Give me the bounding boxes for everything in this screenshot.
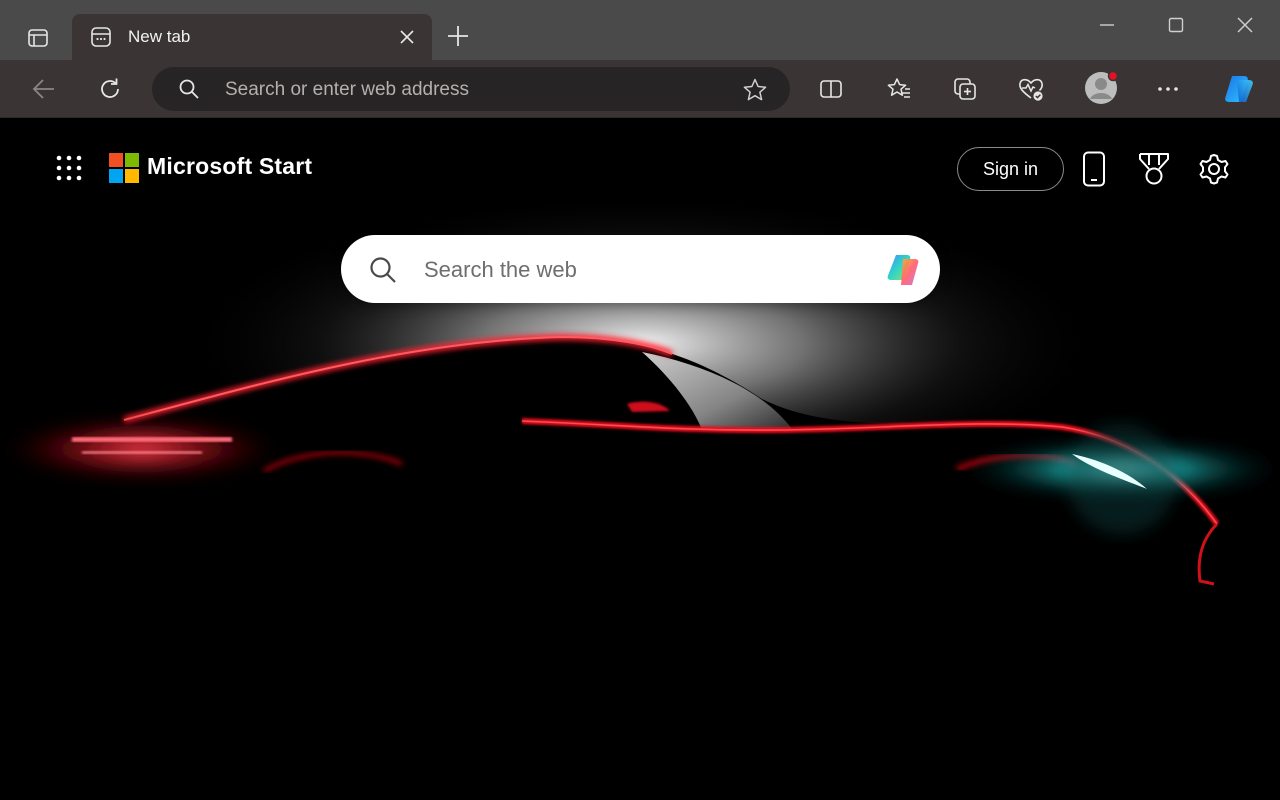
tab-title: New tab [128, 27, 191, 46]
maximize-button[interactable] [1161, 10, 1191, 40]
new-tab-page: Microsoft Start Sign in Search the web [2, 119, 1278, 798]
split-screen-icon [820, 80, 842, 98]
search-icon [370, 257, 396, 283]
sign-in-button[interactable]: Sign in [957, 147, 1064, 191]
settings-button[interactable] [1195, 150, 1233, 188]
copilot-icon[interactable] [882, 247, 928, 293]
web-search-placeholder: Search the web [424, 257, 577, 282]
collections-icon [954, 78, 976, 100]
browser-essentials-button[interactable] [1014, 72, 1048, 106]
address-bar[interactable]: Search or enter web address [152, 67, 790, 111]
mobile-phone-icon [1083, 151, 1105, 187]
web-search-box[interactable]: Search the web [341, 235, 940, 303]
title-bar: New tab [0, 0, 1280, 60]
copilot-icon [1225, 76, 1253, 102]
favorites-button[interactable] [882, 72, 916, 106]
tab-actions-icon [28, 29, 48, 47]
profile-button[interactable] [1082, 69, 1120, 107]
copilot-button[interactable] [1220, 70, 1258, 108]
rewards-button[interactable] [1135, 150, 1173, 188]
minimize-icon [1100, 24, 1114, 26]
plus-icon [448, 26, 468, 46]
browser-essentials-icon [1019, 78, 1043, 101]
more-icon [1158, 87, 1178, 91]
split-screen-button[interactable] [814, 72, 848, 106]
tab-close-button[interactable] [396, 26, 418, 48]
window-close-button[interactable] [1230, 10, 1260, 40]
tab-actions-button[interactable] [18, 18, 58, 58]
app-launcher-button[interactable] [52, 151, 86, 185]
browser-toolbar: Search or enter web address [0, 60, 1280, 118]
profile-avatar-icon [1085, 70, 1119, 104]
background-car-image [2, 194, 1278, 589]
collections-button[interactable] [948, 72, 982, 106]
settings-gear-icon [1199, 154, 1229, 185]
refresh-icon [101, 78, 119, 98]
minimize-button[interactable] [1092, 10, 1122, 40]
new-tab-page-icon [91, 27, 111, 47]
search-icon [179, 79, 199, 99]
app-launcher-icon [56, 155, 82, 181]
tab-new-tab[interactable]: New tab [72, 14, 432, 60]
brand-title[interactable]: Microsoft Start [147, 153, 312, 180]
address-bar-placeholder: Search or enter web address [225, 79, 469, 100]
back-button[interactable] [27, 72, 61, 106]
star-icon[interactable] [742, 77, 768, 103]
back-arrow-icon [32, 79, 54, 99]
maximize-icon [1168, 17, 1184, 33]
rewards-medal-icon [1139, 153, 1169, 185]
close-icon [400, 30, 414, 44]
favorites-icon [887, 78, 910, 98]
mobile-app-button[interactable] [1075, 150, 1113, 188]
close-icon [1237, 17, 1253, 33]
microsoft-logo [109, 153, 139, 183]
refresh-button[interactable] [93, 72, 127, 106]
new-tab-button[interactable] [444, 22, 472, 50]
more-button[interactable] [1151, 72, 1185, 106]
